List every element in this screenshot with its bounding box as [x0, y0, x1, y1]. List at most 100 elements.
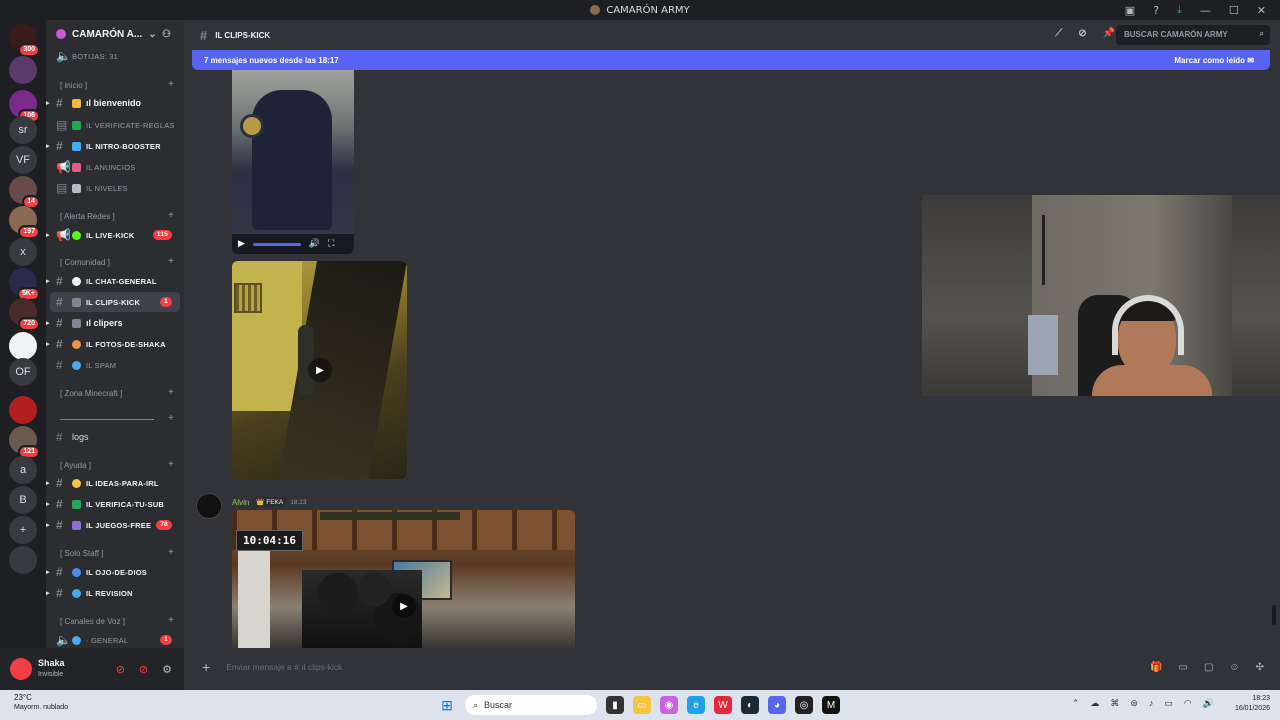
channel-bienvenido[interactable]: ▸ # ıl bienvenido — [46, 93, 180, 113]
maximize-button[interactable]: ☐ — [1229, 4, 1239, 17]
mic-icon[interactable]: ♪ — [1149, 698, 1154, 709]
category-inicio[interactable]: [ inicio ] + — [60, 79, 174, 90]
search-input[interactable]: Buscar CAMARÓN ARMY ⌕ — [1116, 25, 1270, 45]
help-icon[interactable]: ? — [1153, 4, 1159, 17]
category-canales-de-voz[interactable]: [ Canales de Voz ] + — [60, 615, 174, 626]
server-icon[interactable]: OF — [9, 358, 37, 386]
add-channel-icon[interactable]: + — [168, 413, 174, 424]
add-channel-icon[interactable]: + — [168, 256, 174, 267]
fullscreen-icon[interactable]: ⛶ — [328, 239, 334, 249]
minimize-button[interactable]: — — [1200, 4, 1211, 17]
deafen-icon[interactable]: ⊘ — [139, 663, 148, 676]
emoji-icon[interactable]: ☺ — [1229, 662, 1239, 673]
office-icon[interactable]: W — [714, 696, 732, 714]
attach-icon[interactable]: + — [202, 659, 210, 675]
channel-juegos-free[interactable]: ▸ # ıl juegos-free 78 — [46, 515, 180, 535]
scrollbar[interactable] — [1272, 605, 1276, 625]
mute-mic-icon[interactable]: ⊘ — [116, 663, 125, 676]
video-attachment-1[interactable]: ▶ 🔊 ⛶ — [232, 70, 354, 254]
server-icon[interactable]: 197 — [9, 206, 40, 239]
volume-icon[interactable]: 🔊 — [309, 239, 320, 249]
category-solo-staff[interactable]: [ Solo Staff ] + — [60, 547, 174, 558]
display-icon[interactable]: ▭ — [1164, 698, 1173, 709]
server-icon[interactable]: 121 — [9, 426, 40, 459]
server-icon[interactable] — [9, 396, 37, 424]
threads-icon[interactable]: ⟋ — [1055, 28, 1062, 39]
server-icon[interactable]: 5K+ — [9, 268, 40, 301]
network-icon[interactable]: ⊜ — [1130, 698, 1138, 709]
message-composer[interactable]: + Enviar mensaje a # ıl clips-kick 🎁 ▭ ▢… — [192, 652, 1280, 682]
steam-icon[interactable]: ◐ — [741, 696, 759, 714]
windows-start-icon[interactable]: ⊞ — [438, 696, 456, 714]
gear-icon[interactable]: ⚙ — [162, 663, 172, 676]
screen-share-icon[interactable]: ▣ — [1125, 4, 1135, 17]
channel-ojo-de-dios[interactable]: ▸ # ıl ojo-de-dios — [46, 562, 180, 582]
server-icon[interactable]: B — [9, 486, 37, 514]
apps-icon[interactable]: ✣ — [1256, 662, 1264, 673]
add-channel-icon[interactable]: + — [168, 210, 174, 221]
close-button[interactable]: ✕ — [1257, 4, 1266, 17]
server-icon[interactable]: VF — [9, 146, 37, 174]
volume-slider[interactable] — [252, 242, 301, 246]
server-icon[interactable]: sr — [9, 116, 37, 144]
gif-icon[interactable]: ▭ — [1178, 662, 1187, 673]
onedrive-icon[interactable]: ☁ — [1090, 698, 1099, 709]
weather-widget[interactable]: 23°C Mayorm. nublado — [14, 693, 68, 713]
category-ayuda[interactable]: [ Ayuda ] + — [60, 459, 174, 470]
play-icon[interactable]: ▶ — [238, 239, 245, 249]
message-author[interactable]: Alvin — [232, 498, 249, 507]
avatar[interactable] — [196, 493, 222, 519]
category-zona-minecraft[interactable]: [ Zona Minecraft ] + — [60, 387, 174, 398]
add-channel-icon[interactable]: + — [168, 547, 174, 558]
channel-spam[interactable]: # ıl spam — [46, 355, 180, 375]
pin-icon[interactable]: 📌 — [1103, 28, 1115, 39]
server-icon[interactable]: + — [9, 516, 37, 544]
chevron-up-icon[interactable]: ⌃ — [1072, 698, 1080, 709]
channel-verificate-reglas[interactable]: ▤ ıl verificate-reglas — [46, 115, 180, 135]
add-member-icon[interactable]: ⚇ — [162, 29, 171, 40]
server-icon[interactable]: 106 — [9, 90, 40, 123]
avatar[interactable] — [10, 658, 32, 680]
channel-verifica-tu-sub[interactable]: ▸ # ıl verifica-tu-sub — [46, 494, 180, 514]
edge-icon[interactable]: e — [687, 696, 705, 714]
play-button[interactable]: ▶ — [308, 358, 332, 382]
video-attachment-3[interactable]: 10:04:16 ▶ — [232, 510, 575, 648]
user-info[interactable]: Shaka Invisible — [38, 658, 65, 680]
server-icon[interactable]: 300 — [9, 24, 40, 57]
new-messages-bar[interactable]: 7 mensajes nuevos desde las 18:17 Marcar… — [192, 50, 1270, 70]
sticker-icon[interactable]: ▢ — [1204, 662, 1213, 673]
mark-as-read-button[interactable]: Marcar como leído ✉ — [1174, 56, 1254, 65]
role-tag[interactable]: 👑 FEKA — [253, 497, 287, 507]
chrome-icon[interactable]: ◎ — [795, 696, 813, 714]
server-icon[interactable]: x — [9, 238, 37, 266]
video-attachment-2[interactable]: ▶ — [232, 261, 407, 479]
play-button[interactable]: ▶ — [392, 594, 416, 618]
voice-channel-general[interactable]: 🔈 · general 1 — [46, 630, 180, 648]
add-channel-icon[interactable]: + — [168, 79, 174, 90]
add-channel-icon[interactable]: + — [168, 387, 174, 398]
channel-clipers[interactable]: ▸ # ıl clipers — [46, 313, 180, 333]
server-icon[interactable]: a — [9, 456, 37, 484]
channel-chat-general[interactable]: ▸ # ıl chat-general — [46, 271, 180, 291]
add-channel-icon[interactable]: + — [168, 459, 174, 470]
add-channel-icon[interactable]: + — [168, 615, 174, 626]
channel-live-kick[interactable]: ▸ 📢 ıl live-kick 115 — [46, 225, 180, 245]
voice-channel-botijas[interactable]: 🔈 BOTIJAS: 31 — [46, 46, 180, 66]
channel-nitro-booster[interactable]: ▸ # ıl nitro-booster — [46, 136, 180, 156]
download-icon[interactable]: ⤓ — [1177, 3, 1182, 17]
channel-fotos-de-shaka[interactable]: ▸ # ıl fotos-de-shaka — [46, 334, 180, 354]
server-header[interactable]: CAMARÓN A... ⌄ ⚇ — [46, 20, 184, 48]
channel-logs[interactable]: # logs — [46, 427, 180, 447]
discord-icon[interactable]: ◕ — [768, 696, 786, 714]
copilot-icon[interactable]: ◉ — [660, 696, 678, 714]
server-icon[interactable]: 720 — [9, 298, 40, 331]
task-view-icon[interactable]: ▮ — [606, 696, 624, 714]
channel-clips-kick[interactable]: # ıl clips-kick 1 — [50, 292, 180, 312]
server-icon[interactable] — [9, 332, 37, 360]
app-icon[interactable]: M — [822, 696, 840, 714]
server-icon[interactable] — [9, 56, 37, 84]
notification-mute-icon[interactable]: ⊘ — [1078, 28, 1086, 39]
category-unnamed[interactable]: + — [60, 413, 174, 424]
bluetooth-icon[interactable]: ⌘ — [1110, 698, 1119, 709]
channel-revision[interactable]: ▸ # ıl revision — [46, 583, 180, 603]
